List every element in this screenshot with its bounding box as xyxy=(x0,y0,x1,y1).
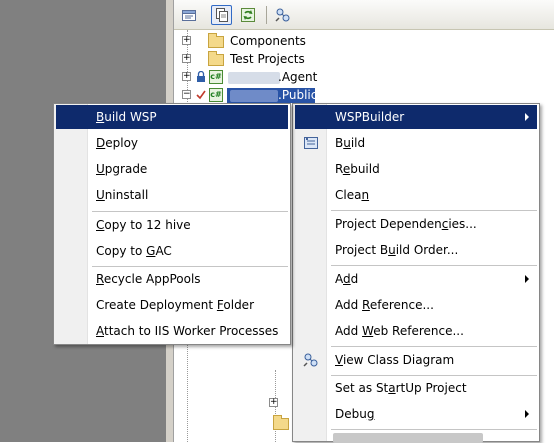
menu-item-label: Add Web Reference... xyxy=(335,324,464,338)
menu-item-label: Project Dependencies... xyxy=(335,217,477,231)
tree-item-test-projects[interactable]: + Test Projects xyxy=(174,50,554,68)
properties-button[interactable] xyxy=(178,5,199,25)
menu-item-uninstall[interactable]: Uninstall xyxy=(56,183,288,207)
submenu-arrow-icon xyxy=(525,410,529,418)
solution-explorer-toolbar xyxy=(174,0,554,30)
expand-icon[interactable]: + xyxy=(182,54,191,63)
folder-icon xyxy=(273,415,289,430)
menu-item-label: Copy to 12 hive xyxy=(96,218,191,232)
menu-item-label: Project Build Order... xyxy=(335,243,459,257)
folder-icon xyxy=(208,33,224,48)
menu-item-view-class-diagram[interactable]: View Class Diagram xyxy=(295,348,537,372)
refresh-button[interactable] xyxy=(237,5,258,25)
menu-item-project-dependencies[interactable]: Project Dependencies... xyxy=(295,212,537,236)
menu-item-label: Deploy xyxy=(96,136,139,150)
expand-icon[interactable]: + xyxy=(182,36,191,45)
menu-item-recycle-apppools[interactable]: Recycle AppPools xyxy=(56,267,288,291)
tree-item-label: .Agent xyxy=(278,70,318,84)
menu-item-label: Set as StartUp Project xyxy=(335,381,467,395)
folder-icon xyxy=(208,51,224,66)
menu-item-label: Clean xyxy=(335,188,370,202)
view-class-diagram-button[interactable] xyxy=(272,5,293,25)
redacted-name xyxy=(228,72,280,84)
menu-separator xyxy=(92,211,288,212)
submenu-arrow-icon xyxy=(525,113,529,121)
class-diagram-icon xyxy=(274,8,289,22)
menu-item-label: Add Reference... xyxy=(335,298,434,312)
menu-item-wspbuilder[interactable]: WSPBuilder xyxy=(295,105,537,129)
menu-item-label: Upgrade xyxy=(96,162,148,176)
project-context-menu: WSPBuilder Build Rebuild Clean Project D… xyxy=(292,103,540,443)
menu-item-label: View Class Diagram xyxy=(335,353,455,367)
menu-item-label: Add xyxy=(335,272,359,286)
menu-item-clean[interactable]: Clean xyxy=(295,183,537,207)
lock-icon xyxy=(197,71,205,82)
menu-item-label: Attach to IIS Worker Processes xyxy=(96,324,279,338)
show-all-files-icon xyxy=(215,8,228,22)
menu-item-copy-to-gac[interactable]: Copy to GAC xyxy=(56,239,288,263)
menu-item-label: Rebuild xyxy=(335,162,380,176)
menu-item-label: Recycle AppPools xyxy=(96,272,201,286)
menu-separator xyxy=(331,210,537,211)
submenu-arrow-icon xyxy=(525,275,529,283)
menu-item-upgrade[interactable]: Upgrade xyxy=(56,157,288,181)
menu-item-project-build-order[interactable]: Project Build Order... xyxy=(295,238,537,262)
menu-item-copy-to-12-hive[interactable]: Copy to 12 hive xyxy=(56,213,288,237)
csharp-project-icon: c# xyxy=(209,70,223,84)
menu-item-label: WSPBuilder xyxy=(335,110,405,124)
checkmark-icon xyxy=(196,90,206,100)
menu-item-debug[interactable]: Debug xyxy=(295,402,537,426)
menu-item-create-deployment-folder[interactable]: Create Deployment Folder xyxy=(56,293,288,317)
menu-separator xyxy=(331,346,537,347)
menu-item-build-wsp[interactable]: Build WSP xyxy=(56,105,288,129)
menu-item-set-startup-project[interactable]: Set as StartUp Project xyxy=(295,376,537,400)
csharp-project-icon: c# xyxy=(209,88,223,102)
collapse-icon[interactable]: − xyxy=(182,90,191,99)
menu-item-label: Create Deployment Folder xyxy=(96,298,254,312)
redacted-name xyxy=(230,90,278,102)
menu-item-label: Copy to GAC xyxy=(96,244,172,258)
menu-item-rebuild[interactable]: Rebuild xyxy=(295,157,537,181)
menu-item-label: Debug xyxy=(335,407,375,421)
menu-item-add-reference[interactable]: Add Reference... xyxy=(295,293,537,317)
tree-item-public-project[interactable]: − c# .Public xyxy=(174,86,554,104)
wspbuilder-submenu: Build WSP Deploy Upgrade Uninstall Copy … xyxy=(53,103,291,345)
tree-item-label: Test Projects xyxy=(230,52,305,66)
expand-icon[interactable]: + xyxy=(182,72,191,81)
menu-item-add-web-reference[interactable]: Add Web Reference... xyxy=(295,319,537,343)
menu-item-label: Uninstall xyxy=(96,188,149,202)
menu-separator xyxy=(331,265,537,266)
tree-item-label: .Public xyxy=(278,88,318,102)
expand-icon[interactable]: + xyxy=(269,398,278,407)
menu-item-attach-to-iis-worker-processes[interactable]: Attach to IIS Worker Processes xyxy=(56,319,288,343)
build-icon xyxy=(304,137,318,149)
toolbar-separator xyxy=(266,6,267,24)
properties-icon xyxy=(181,10,196,21)
show-all-files-button[interactable] xyxy=(211,5,232,25)
menu-item-label: Build WSP xyxy=(96,110,157,124)
tree-item-components[interactable]: + Components xyxy=(174,32,554,50)
menu-item-add[interactable]: Add xyxy=(295,267,537,291)
menu-item-deploy[interactable]: Deploy xyxy=(56,131,288,155)
tree-item-agent-project[interactable]: + c# .Agent xyxy=(174,68,554,86)
menu-item-build[interactable]: Build xyxy=(295,131,537,155)
class-diagram-icon xyxy=(303,353,318,367)
menu-separator xyxy=(331,429,537,430)
tree-item-label: Components xyxy=(230,34,306,48)
menu-item-label: Build xyxy=(335,136,366,150)
refresh-icon xyxy=(240,8,255,22)
